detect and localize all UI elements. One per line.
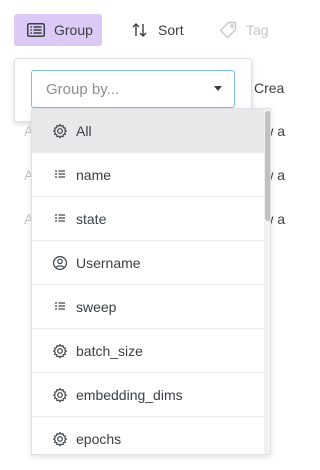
menu-item-state[interactable]: state xyxy=(32,197,264,241)
sort-button-label: Sort xyxy=(158,22,184,38)
menu-item-username[interactable]: Username xyxy=(32,241,264,285)
caret-down-icon xyxy=(214,86,222,91)
menu-item-embedding-dims[interactable]: embedding_dims xyxy=(32,373,264,417)
list-box-icon xyxy=(26,20,46,40)
sort-arrows-icon xyxy=(130,20,150,40)
created-column-header: Crea xyxy=(254,80,285,96)
menu-item-label: sweep xyxy=(76,299,117,315)
runs-toolbar: Group Sort Tag xyxy=(0,0,285,60)
tag-button[interactable]: Tag xyxy=(214,14,269,46)
gear-icon xyxy=(52,123,68,139)
group-button[interactable]: Group xyxy=(14,14,102,46)
tag-button-label: Tag xyxy=(246,22,269,38)
group-by-dropdown-menu: All name state Username sweep batch_size… xyxy=(31,108,271,455)
menu-item-batch-size[interactable]: batch_size xyxy=(32,329,264,373)
gear-icon xyxy=(52,387,68,403)
scrollbar-thumb[interactable] xyxy=(265,111,270,221)
menu-item-label: All xyxy=(76,123,92,139)
list-icon xyxy=(52,167,68,183)
group-button-label: Group xyxy=(54,22,93,38)
menu-scrollbar[interactable] xyxy=(264,109,270,454)
menu-item-name[interactable]: name xyxy=(32,153,264,197)
sort-button[interactable]: Sort xyxy=(126,14,184,46)
menu-item-label: Username xyxy=(76,255,141,271)
menu-item-label: batch_size xyxy=(76,343,143,359)
user-icon xyxy=(52,255,68,271)
menu-item-label: state xyxy=(76,211,107,227)
gear-icon xyxy=(52,431,68,447)
menu-item-epochs[interactable]: epochs xyxy=(32,417,264,454)
group-by-select[interactable]: Group by... xyxy=(31,70,235,108)
menu-item-sweep[interactable]: sweep xyxy=(32,285,264,329)
list-icon xyxy=(52,211,68,227)
group-by-placeholder: Group by... xyxy=(46,80,120,98)
menu-item-all[interactable]: All xyxy=(32,109,264,153)
tag-icon xyxy=(218,20,238,40)
list-icon xyxy=(52,299,68,315)
menu-item-label: name xyxy=(76,167,112,183)
gear-icon xyxy=(52,343,68,359)
menu-item-label: embedding_dims xyxy=(76,387,183,403)
menu-item-label: epochs xyxy=(76,431,122,447)
